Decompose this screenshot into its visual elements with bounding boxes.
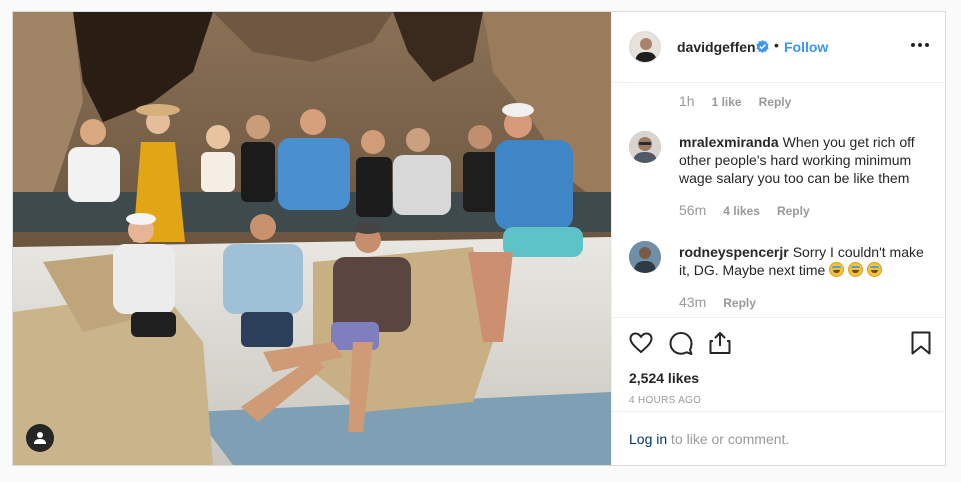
commenter-avatar[interactable] (629, 241, 661, 273)
reply-button[interactable]: Reply (759, 95, 792, 109)
more-dot (918, 43, 922, 47)
header-separator: • (774, 37, 779, 53)
more-options-icon[interactable] (911, 42, 929, 48)
post-header: davidgeffen • Follow (612, 12, 945, 83)
post-photo[interactable] (13, 12, 611, 465)
author-avatar[interactable] (629, 31, 661, 63)
bookmark-icon[interactable] (908, 330, 934, 356)
user-icon (34, 432, 46, 444)
commenter-avatar[interactable] (629, 131, 661, 163)
comment-text: rodneyspencerjr Sorry I couldn't make it,… (679, 243, 929, 279)
comment-meta: 43m Reply (679, 294, 756, 310)
reply-button[interactable]: Reply (723, 296, 756, 310)
heart-icon[interactable] (628, 330, 654, 356)
login-prompt-text: to like or comment. (667, 431, 790, 447)
login-prompt: Log in to like or comment. (612, 411, 945, 465)
follow-button[interactable]: Follow (784, 39, 828, 55)
reply-button[interactable]: Reply (777, 204, 810, 218)
comment-time: 56m (679, 202, 707, 218)
face-with-tears-of-joy-icon (848, 262, 864, 277)
avatar-image (630, 32, 660, 62)
comments-list[interactable]: 1h 1 like Reply mralexmiranda When you ge… (612, 83, 945, 317)
avatar-image (629, 131, 661, 163)
author-username[interactable]: davidgeffen (677, 39, 756, 55)
comment-time: 43m (679, 294, 707, 310)
instagram-post: davidgeffen • Follow 1h 1 like Reply mra… (12, 11, 946, 466)
tagged-people-button[interactable] (26, 424, 54, 452)
post-side-panel: davidgeffen • Follow 1h 1 like Reply mra… (611, 12, 945, 465)
more-dot (925, 43, 929, 47)
likes-count[interactable]: 2,524 likes (629, 370, 699, 386)
face-with-tears-of-joy-icon (829, 262, 845, 277)
comment-text: mralexmiranda When you get rich off other… (679, 133, 929, 187)
comment-icon[interactable] (668, 330, 694, 356)
comment-author[interactable]: mralexmiranda (679, 134, 779, 150)
more-dot (911, 43, 915, 47)
face-with-tears-of-joy-icon (867, 262, 883, 277)
post-actions: 2,524 likes 4 HOURS AGO (612, 317, 945, 411)
avatar-image (629, 241, 661, 273)
group-photo-on-boat (13, 12, 611, 465)
login-link[interactable]: Log in (629, 431, 667, 447)
comment-meta: 56m 4 likes Reply (679, 202, 810, 218)
comment-time: 1h (679, 93, 695, 109)
comment-likes-link[interactable]: 4 likes (723, 204, 760, 218)
verified-badge-icon (756, 40, 769, 53)
comment-likes-link[interactable]: 1 like (712, 95, 742, 109)
previous-comment-meta: 1h 1 like Reply (679, 93, 791, 109)
post-timestamp[interactable]: 4 HOURS AGO (629, 395, 701, 406)
share-icon[interactable] (707, 330, 733, 356)
comment-author[interactable]: rodneyspencerjr (679, 244, 789, 260)
